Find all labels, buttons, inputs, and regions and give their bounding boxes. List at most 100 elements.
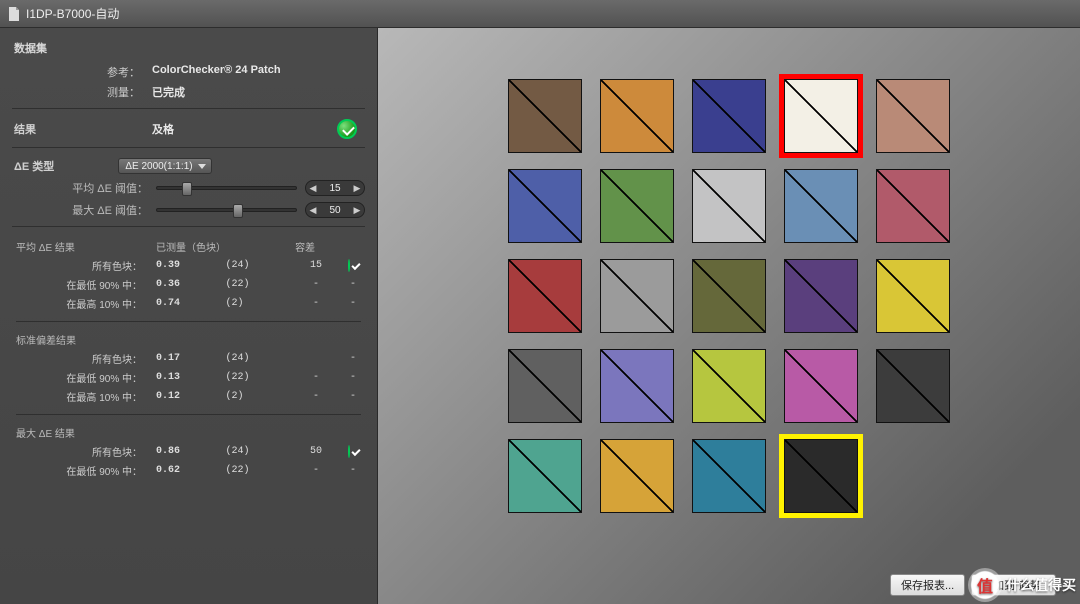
row-label: 在最高 10% 中： [12, 294, 152, 313]
row-label: 在最高 10% 中： [12, 387, 152, 406]
color-swatch[interactable] [595, 344, 679, 428]
color-swatch[interactable] [687, 434, 771, 518]
row-count: (22) [222, 461, 292, 480]
color-swatch[interactable] [503, 344, 587, 428]
color-swatch[interactable] [595, 164, 679, 248]
main-area: 数据集 参考： ColorChecker® 24 Patch 测量： 已完成 结… [0, 28, 1080, 604]
avg-threshold-stepper[interactable]: ◀ 15 ▶ [305, 180, 365, 196]
row-pass: - [341, 349, 365, 368]
row-tolerance: - [291, 275, 341, 294]
row-pass [341, 256, 365, 275]
row-value: 0.13 [152, 368, 222, 387]
results-table: 平均 ΔE 结果 已测量（色块） 容差 所有色块：0.39(24)15在最低 9… [12, 237, 365, 480]
table-row: 在最低 90% 中：0.36(22)-- [12, 275, 365, 294]
avg-threshold-row: 平均 ΔE 阈值： ◀ 15 ▶ [12, 180, 365, 196]
bottom-toolbar: 保存报表... 添加到"趋势" [890, 574, 1056, 596]
color-swatch[interactable] [595, 254, 679, 338]
row-pass: - [341, 294, 365, 313]
stepper-up-icon[interactable]: ▶ [350, 183, 364, 194]
swatch-inner [508, 169, 582, 243]
color-swatch[interactable] [687, 254, 771, 338]
swatch-inner [600, 439, 674, 513]
table-row: 所有色块：0.39(24)15 [12, 256, 365, 275]
max-threshold-slider[interactable] [156, 208, 297, 212]
overall-result: 结果 及格 [12, 119, 365, 139]
row-value: 0.62 [152, 461, 222, 480]
stepper-down-icon[interactable]: ◀ [306, 183, 320, 194]
row-pass: - [341, 461, 365, 480]
table-row: 在最低 90% 中：0.62(22)-- [12, 461, 365, 480]
measure-value: 已完成 [152, 84, 185, 100]
color-swatch[interactable] [779, 254, 863, 338]
swatch-inner [692, 259, 766, 333]
row-label: 所有色块： [12, 349, 152, 368]
result-value: 及格 [152, 121, 262, 137]
color-swatch[interactable] [779, 434, 863, 518]
table-row: 在最低 90% 中：0.13(22)-- [12, 368, 365, 387]
row-label: 所有色块： [12, 256, 152, 275]
add-to-trend-button[interactable]: 添加到"趋势" [971, 574, 1056, 596]
title-bar: I1DP-B7000-自动 [0, 0, 1080, 28]
row-count: (24) [222, 349, 292, 368]
row-count: (24) [222, 442, 292, 461]
color-swatch[interactable] [687, 164, 771, 248]
color-swatch[interactable] [687, 344, 771, 428]
swatch-inner [600, 349, 674, 423]
row-count: (22) [222, 275, 292, 294]
right-panel: 保存报表... 添加到"趋势" 值 什么值得买 [378, 28, 1080, 604]
row-tolerance: 50 [291, 442, 341, 461]
table-row: 所有色块：0.86(24)50 [12, 442, 365, 461]
row-value: 0.74 [152, 294, 222, 313]
color-swatch[interactable] [595, 74, 679, 158]
color-swatch[interactable] [687, 74, 771, 158]
stepper-down-icon[interactable]: ◀ [306, 205, 320, 216]
color-swatch[interactable] [779, 344, 863, 428]
swatch-inner [784, 349, 858, 423]
stepper-up-icon[interactable]: ▶ [350, 205, 364, 216]
swatch-inner [692, 439, 766, 513]
swatch-inner [784, 169, 858, 243]
color-swatch[interactable] [595, 434, 679, 518]
row-pass: - [341, 387, 365, 406]
row-value: 0.12 [152, 387, 222, 406]
color-swatch[interactable] [779, 164, 863, 248]
row-tolerance: - [291, 294, 341, 313]
color-checker-grid [503, 74, 955, 518]
color-swatch[interactable] [779, 74, 863, 158]
swatch-inner [508, 79, 582, 153]
swatch-inner [600, 259, 674, 333]
max-threshold-value: 50 [320, 205, 350, 216]
row-pass: - [341, 368, 365, 387]
color-swatch[interactable] [871, 74, 955, 158]
color-swatch[interactable] [503, 74, 587, 158]
save-report-button[interactable]: 保存报表... [890, 574, 965, 596]
row-label: 在最低 90% 中： [12, 461, 152, 480]
de-type-dropdown[interactable]: ΔE 2000(1:1:1) [118, 158, 211, 174]
row-label: 在最低 90% 中： [12, 368, 152, 387]
row-count: (2) [222, 387, 292, 406]
dataset-heading: 数据集 [14, 40, 365, 56]
avg-section-heading: 平均 ΔE 结果 [12, 237, 152, 256]
table-row: 在最高 10% 中：0.74(2)-- [12, 294, 365, 313]
color-swatch[interactable] [871, 344, 955, 428]
color-swatch[interactable] [503, 164, 587, 248]
swatch-inner [692, 169, 766, 243]
pass-icon [348, 259, 350, 272]
row-pass: - [341, 275, 365, 294]
color-swatch[interactable] [871, 254, 955, 338]
swatch-inner [784, 439, 858, 513]
swatch-inner [876, 259, 950, 333]
max-threshold-stepper[interactable]: ◀ 50 ▶ [305, 202, 365, 218]
max-threshold-row: 最大 ΔE 阈值： ◀ 50 ▶ [12, 202, 365, 218]
color-swatch[interactable] [503, 434, 587, 518]
row-count: (22) [222, 368, 292, 387]
row-tolerance [291, 349, 341, 368]
color-swatch[interactable] [503, 254, 587, 338]
measure-label: 测量： [12, 84, 152, 100]
color-swatch[interactable] [871, 164, 955, 248]
row-label: 在最低 90% 中： [12, 275, 152, 294]
result-label: 结果 [12, 121, 152, 137]
pass-icon [348, 445, 350, 458]
window-title: I1DP-B7000-自动 [26, 5, 119, 22]
avg-threshold-slider[interactable] [156, 186, 297, 190]
